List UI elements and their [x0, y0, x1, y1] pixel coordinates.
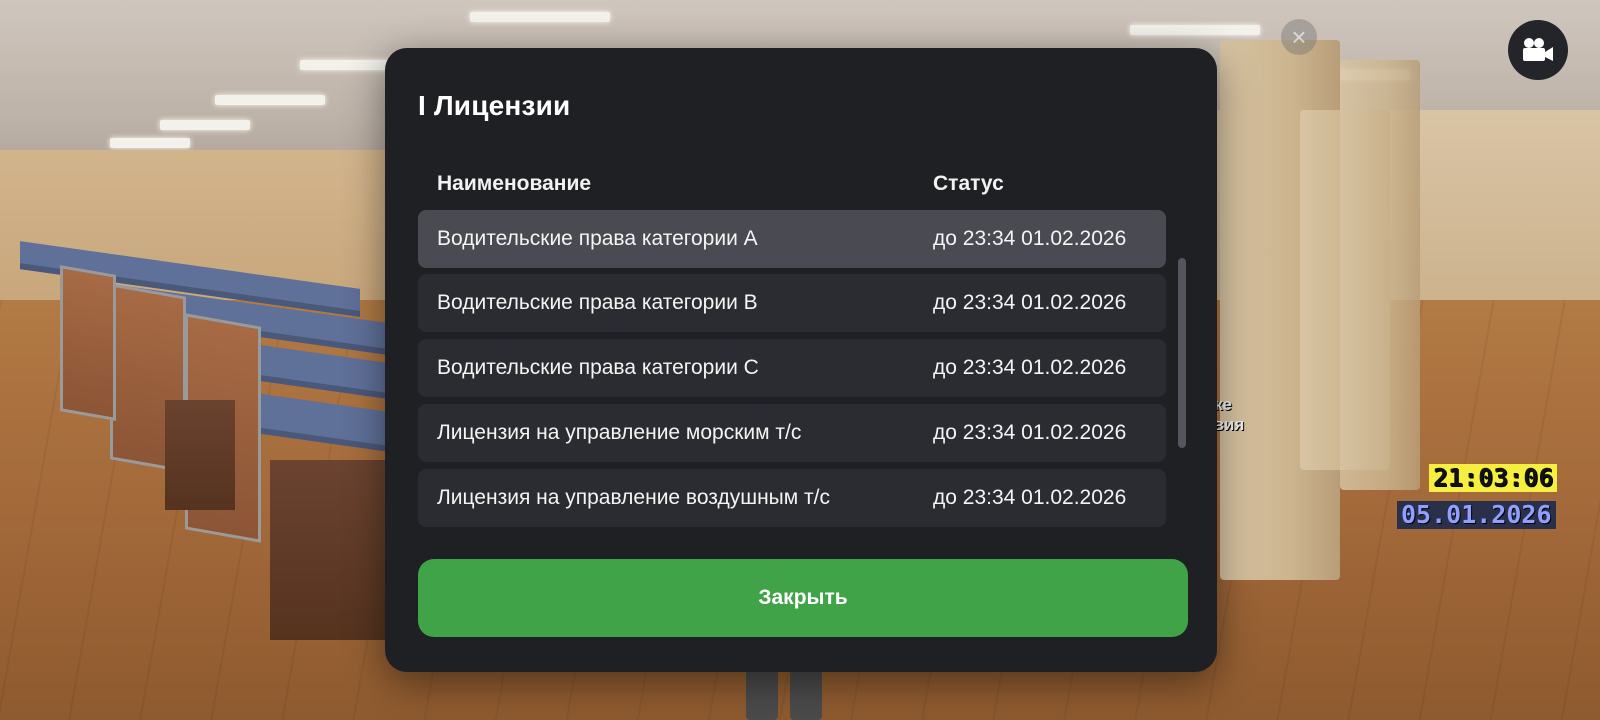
table-row[interactable]: Водительские права категории C до 23:34 … — [418, 339, 1166, 397]
list-scrollbar[interactable] — [1178, 210, 1186, 570]
table-row[interactable]: Лицензия на управление морским т/с до 23… — [418, 404, 1166, 462]
table-row[interactable]: Лицензия на управление воздушным т/с до … — [418, 469, 1166, 527]
dialog-title: I Лицензии — [418, 90, 571, 121]
video-camera-button[interactable] — [1508, 20, 1568, 80]
hud-date: 05.01.2026 — [1397, 501, 1556, 529]
hud-clock: 21:03:06 — [1429, 464, 1558, 492]
ceiling-light — [215, 95, 325, 105]
table-row[interactable]: Водительские права категории B до 23:34 … — [418, 274, 1166, 332]
license-status: до 23:34 01.02.2026 — [933, 486, 1127, 509]
license-name: Лицензия на управление морским т/с — [437, 421, 802, 444]
license-status: до 23:34 01.02.2026 — [933, 356, 1127, 379]
table-header: Наименование Статус — [418, 164, 1176, 204]
video-camera-icon — [1523, 38, 1553, 61]
nightstand — [270, 460, 385, 640]
license-name: Водительские права категории A — [437, 227, 758, 250]
license-status: до 23:34 01.02.2026 — [933, 421, 1127, 444]
license-name: Лицензия на управление воздушным т/с — [437, 486, 830, 509]
close-button[interactable]: Закрыть — [418, 559, 1188, 637]
ceiling-light — [160, 120, 250, 130]
close-icon[interactable]: × — [1281, 19, 1317, 55]
ceiling-light — [470, 12, 610, 22]
license-status: до 23:34 01.02.2026 — [933, 227, 1127, 250]
ceiling-light — [110, 138, 190, 148]
license-name: Водительские права категории C — [437, 356, 759, 379]
pillar — [1340, 60, 1420, 490]
bed-frame — [60, 265, 116, 421]
nightstand — [165, 400, 235, 510]
license-name: Водительские права категории B — [437, 291, 758, 314]
license-status: до 23:34 01.02.2026 — [933, 291, 1127, 314]
licenses-dialog: I Лицензии Наименование Статус Водительс… — [385, 48, 1217, 672]
table-row[interactable]: Водительские права категории A до 23:34 … — [418, 210, 1166, 268]
licenses-list[interactable]: Водительские права категории A до 23:34 … — [418, 210, 1166, 570]
ceiling-light — [1130, 25, 1260, 35]
column-header-name: Наименование — [437, 172, 592, 195]
scrollbar-thumb[interactable] — [1178, 258, 1186, 448]
column-header-status: Статус — [933, 172, 1004, 195]
